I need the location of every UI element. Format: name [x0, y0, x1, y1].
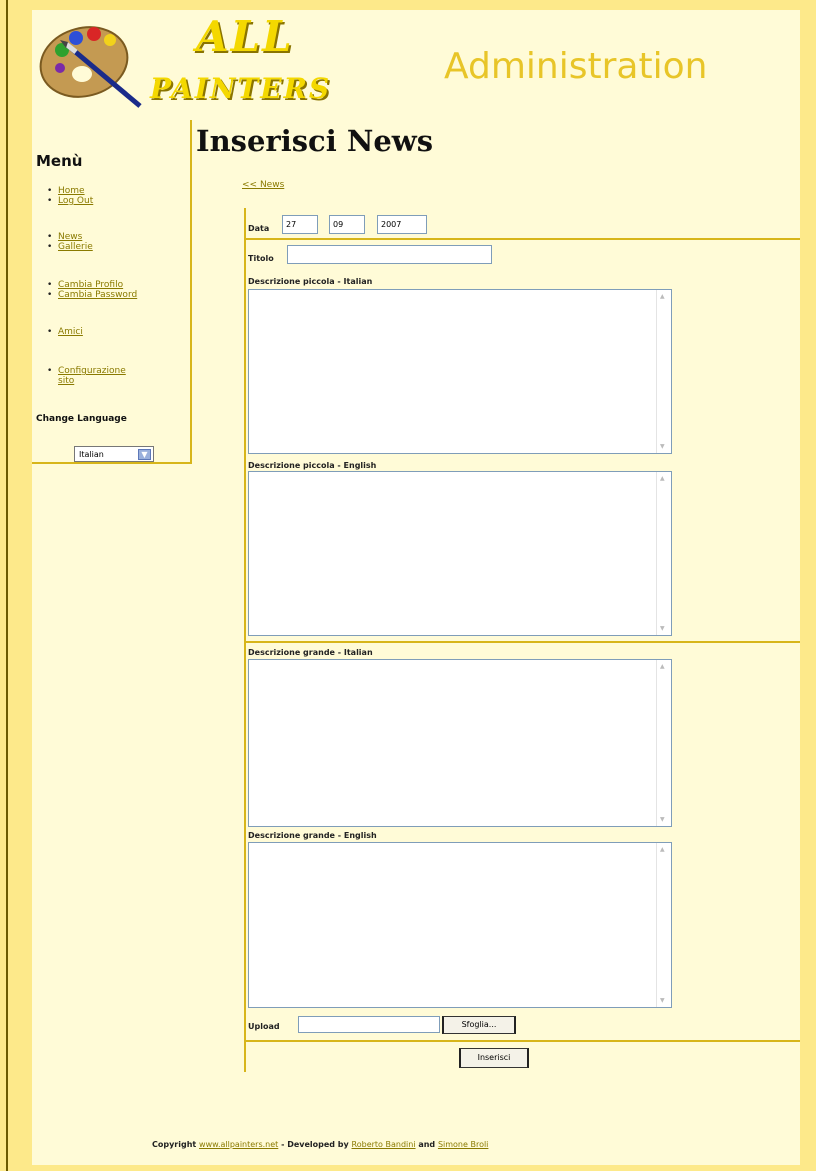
page-body: ALL PAINTERS Administration Menù Home Lo… — [32, 10, 800, 1165]
menu-group-config: Configurazionesito — [46, 366, 126, 386]
chevron-down-icon[interactable]: ▼ — [138, 449, 151, 460]
desc-small-en-textarea[interactable] — [248, 471, 672, 636]
site-link[interactable]: www.allpainters.net — [199, 1140, 278, 1149]
menu-group-account: Home Log Out — [46, 186, 93, 206]
desc-big-en-label: Descrizione grande - English — [248, 831, 377, 840]
desc-big-it-textarea[interactable] — [248, 659, 672, 827]
desc-small-it-label: Descrizione piccola - Italian — [248, 277, 373, 286]
titolo-label: Titolo — [248, 254, 274, 263]
divider — [244, 238, 800, 240]
configurazione-line2: sito — [58, 376, 75, 386]
news-link[interactable]: News — [58, 232, 82, 242]
and-label: and — [415, 1140, 438, 1149]
author2-link[interactable]: Simone Broli — [438, 1140, 488, 1149]
page-frame: ALL PAINTERS Administration Menù Home Lo… — [6, 0, 802, 1171]
divider — [244, 1040, 800, 1042]
desc-big-it-label: Descrizione grande - Italian — [248, 648, 373, 657]
author1-link[interactable]: Roberto Bandini — [352, 1140, 416, 1149]
date-label: Data — [248, 224, 270, 233]
menu-group-profile: Cambia Profilo Cambia Password — [46, 280, 137, 300]
menu-item-news: News — [46, 232, 93, 242]
palette-icon — [39, 26, 142, 108]
scrollbar[interactable] — [656, 472, 671, 635]
scrollbar[interactable] — [656, 290, 671, 453]
upload-file-input[interactable] — [298, 1016, 440, 1033]
desc-big-en-textarea[interactable] — [248, 842, 672, 1008]
logo-text-painters: PAINTERS — [150, 72, 332, 105]
desc-small-en-label: Descrizione piccola - English — [248, 461, 377, 470]
home-link[interactable]: Home — [58, 186, 85, 196]
logo-text-all: ALL — [196, 12, 294, 61]
footer: Copyright www.allpainters.net - Develope… — [152, 1140, 488, 1149]
copyright-label: Copyright — [152, 1140, 197, 1149]
form-left-border — [244, 208, 246, 1072]
back-to-news-link[interactable]: << News — [242, 180, 284, 190]
cambia-password-link[interactable]: Cambia Password — [58, 290, 137, 300]
gallerie-link[interactable]: Gallerie — [58, 242, 93, 252]
menu-item-home: Home — [46, 186, 93, 196]
cambia-profilo-link[interactable]: Cambia Profilo — [58, 280, 123, 290]
upload-label: Upload — [248, 1022, 280, 1031]
divider — [244, 641, 800, 643]
menu-group-friends: Amici — [46, 327, 83, 337]
date-day-input[interactable]: 27 — [282, 215, 318, 234]
change-language-label: Change Language — [36, 414, 127, 424]
date-year-input[interactable]: 2007 — [377, 215, 427, 234]
language-select-value: Italian — [79, 450, 104, 459]
logout-link[interactable]: Log Out — [58, 196, 93, 206]
menu-item-amici: Amici — [46, 327, 83, 337]
browse-button[interactable]: Sfoglia... — [442, 1016, 516, 1034]
menu-item-configurazione: Configurazionesito — [46, 366, 126, 386]
scrollbar[interactable] — [656, 660, 671, 826]
configurazione-line1: Configurazione — [58, 366, 126, 376]
language-select[interactable]: Italian ▼ — [74, 446, 154, 462]
configurazione-sito-link[interactable]: Configurazione sito — [58, 366, 126, 386]
menu-title: Menù — [36, 152, 83, 170]
sidebar-menu: Menù Home Log Out News Gallerie Cambia P… — [32, 120, 192, 464]
menu-item-cambia-password: Cambia Password — [46, 290, 137, 300]
date-month-input[interactable]: 09 — [329, 215, 365, 234]
titolo-input[interactable] — [287, 245, 492, 264]
developed-by-label: - Developed by — [278, 1140, 352, 1149]
desc-small-it-textarea[interactable] — [248, 289, 672, 454]
menu-item-gallerie: Gallerie — [46, 242, 93, 252]
site-logo[interactable]: ALL PAINTERS — [32, 10, 337, 118]
admin-title: Administration — [444, 46, 708, 87]
menu-item-logout: Log Out — [46, 196, 93, 206]
submit-button[interactable]: Inserisci — [459, 1048, 529, 1068]
menu-group-content: News Gallerie — [46, 232, 93, 252]
page-title: Inserisci News — [196, 124, 434, 158]
amici-link[interactable]: Amici — [58, 327, 83, 337]
menu-item-cambia-profilo: Cambia Profilo — [46, 280, 137, 290]
scrollbar[interactable] — [656, 843, 671, 1007]
